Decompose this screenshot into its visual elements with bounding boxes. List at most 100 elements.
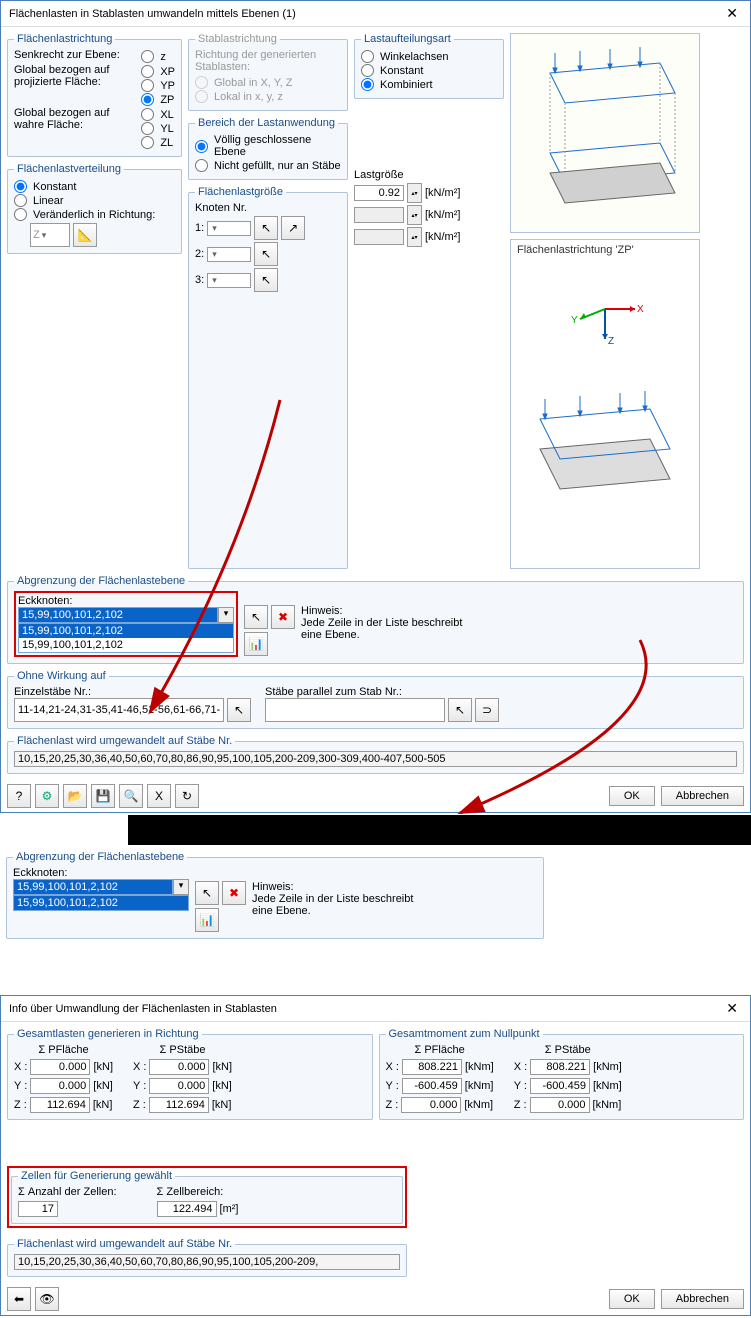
excel-icon[interactable]: 📊 bbox=[195, 908, 219, 932]
dialog-title: Flächenlasten in Stablasten umwandeln mi… bbox=[9, 8, 296, 20]
eye-icon[interactable]: 👁 bbox=[35, 1287, 59, 1311]
group-flachenlastrichtung: Flächenlastrichtung Senkrecht zur Ebene:… bbox=[7, 33, 182, 157]
dialog-info-umwandlung: Info über Umwandlung der Flächenlasten i… bbox=[0, 995, 751, 1316]
dropdown-item[interactable]: 15,99,100,101,2,102 bbox=[14, 896, 188, 910]
radio-linear[interactable]: Linear bbox=[14, 194, 175, 207]
legend: Flächenlastgröße bbox=[195, 186, 286, 198]
open-icon[interactable]: 📂 bbox=[63, 784, 87, 808]
ok-button[interactable]: OK bbox=[609, 1289, 655, 1309]
label: Hinweis: bbox=[252, 881, 432, 893]
pick-icon[interactable]: ↗ bbox=[281, 216, 305, 240]
header: Σ PStäbe bbox=[133, 1044, 232, 1056]
cancel-button[interactable]: Abbrechen bbox=[661, 786, 744, 806]
eckknoten-combo-2[interactable]: 15,99,100,101,2,102 bbox=[14, 880, 172, 894]
radio-konstant[interactable]: Konstant bbox=[14, 180, 175, 193]
pick-icon[interactable]: ↖ bbox=[254, 242, 278, 266]
pick-icon[interactable]: ↖ bbox=[448, 698, 472, 722]
save-icon[interactable]: 💾 bbox=[91, 784, 115, 808]
radio-global: Global in X, Y, Z bbox=[195, 76, 341, 89]
radio-zp[interactable]: ZP bbox=[141, 93, 175, 106]
eckknoten-combo[interactable]: 15,99,100,101,2,102 bbox=[19, 608, 217, 622]
svg-text:X: X bbox=[637, 304, 644, 315]
group-bereich: Bereich der Lastanwendung Völlig geschlo… bbox=[188, 117, 348, 180]
radio-konstant2[interactable]: Konstant bbox=[361, 64, 497, 77]
radio-nicht-gefuellt[interactable]: Nicht gefüllt, nur an Stäbe bbox=[195, 159, 341, 172]
value: 112.694 bbox=[149, 1097, 209, 1113]
preview-3d bbox=[510, 33, 700, 233]
group-flachenlastgroesse: Flächenlastgröße Knoten Nr. 1:↖↗ 2:↖ 3:↖ bbox=[188, 186, 348, 569]
help-icon[interactable]: ? bbox=[7, 784, 31, 808]
group-lastaufteilungsart: Lastaufteilungsart Winkelachsen Konstant… bbox=[354, 33, 504, 99]
radio-z[interactable]: z bbox=[141, 50, 175, 63]
pick-icon[interactable]: 📐 bbox=[73, 223, 97, 247]
radio-zl[interactable]: ZL bbox=[141, 136, 175, 149]
legend: Zellen für Generierung gewählt bbox=[18, 1170, 175, 1182]
radio-kombiniert[interactable]: Kombiniert bbox=[361, 78, 497, 91]
value: 0.000 bbox=[30, 1059, 90, 1075]
value: 808.221 bbox=[530, 1059, 590, 1075]
pick-icon[interactable]: ↖ bbox=[254, 216, 278, 240]
parallel-input[interactable] bbox=[265, 698, 445, 722]
cancel-button[interactable]: Abbrechen bbox=[661, 1289, 744, 1309]
close-icon[interactable]: ✕ bbox=[722, 1000, 742, 1017]
label: Global bezogen auf projizierte Fläche: bbox=[14, 64, 135, 88]
pick-icon[interactable]: ↖ bbox=[254, 268, 278, 292]
node-combo-2[interactable] bbox=[207, 247, 251, 262]
desc: Richtung der generierten Stablasten: bbox=[195, 49, 341, 73]
node-combo-1[interactable] bbox=[207, 221, 251, 236]
pick-icon[interactable]: ↖ bbox=[227, 698, 251, 722]
einzelstaebe-input[interactable] bbox=[14, 698, 224, 722]
export-icon[interactable]: X bbox=[147, 784, 171, 808]
preview-icon[interactable]: 🔍 bbox=[119, 784, 143, 808]
radio-xl[interactable]: XL bbox=[141, 108, 175, 121]
radio-winkelachsen[interactable]: Winkelachsen bbox=[361, 50, 497, 63]
direction-combo[interactable]: Z bbox=[30, 223, 70, 247]
pick-icon[interactable]: ↖ bbox=[244, 605, 268, 629]
dialog-convert-area-loads: Flächenlasten in Stablasten umwandeln mi… bbox=[0, 0, 751, 813]
group-zellen: Zellen für Generierung gewählt Σ Anzahl … bbox=[11, 1170, 403, 1224]
chevron-down-icon[interactable]: ▾ bbox=[173, 879, 189, 895]
dropdown-item[interactable]: 15,99,100,101,2,102 bbox=[19, 624, 233, 638]
back-icon[interactable]: ⬅ bbox=[7, 1287, 31, 1311]
label: Hinweis: bbox=[301, 605, 481, 617]
titlebar: Flächenlasten in Stablasten umwandeln mi… bbox=[1, 1, 750, 27]
radio-yl[interactable]: YL bbox=[141, 122, 175, 135]
hint-text: Jede Zeile in der Liste beschreibt eine … bbox=[252, 893, 432, 917]
legend: Bereich der Lastanwendung bbox=[195, 117, 338, 129]
pick-icon[interactable]: ↖ bbox=[195, 881, 219, 905]
dropdown-item[interactable]: 15,99,100,101,2,102 bbox=[19, 638, 233, 652]
settings-icon[interactable]: ⚙ bbox=[35, 784, 59, 808]
ok-button[interactable]: OK bbox=[609, 786, 655, 806]
load-value-1[interactable] bbox=[354, 185, 404, 201]
radio-voellig[interactable]: Völlig geschlossene Ebene bbox=[195, 134, 341, 158]
refresh-icon[interactable]: ↻ bbox=[175, 784, 199, 808]
staebe-output bbox=[14, 751, 737, 767]
value: 0.000 bbox=[149, 1078, 209, 1094]
value: 0.000 bbox=[401, 1097, 461, 1113]
header: Σ PFläche bbox=[14, 1044, 113, 1056]
value: 0.000 bbox=[149, 1059, 209, 1075]
header: Σ PStäbe bbox=[514, 1044, 622, 1056]
group-abgrenzung-snippet: Abgrenzung der Flächenlastebene Eckknote… bbox=[6, 851, 544, 939]
label: Global bezogen auf wahre Fläche: bbox=[14, 107, 135, 131]
chevron-down-icon[interactable]: ▾ bbox=[218, 607, 234, 623]
spinner-icon[interactable]: ▴▾ bbox=[407, 183, 422, 203]
legend: Stablastrichtung bbox=[195, 33, 280, 45]
legend: Lastaufteilungsart bbox=[361, 33, 454, 45]
radio-xp[interactable]: XP bbox=[141, 65, 175, 78]
delete-icon[interactable]: ✖ bbox=[222, 881, 246, 905]
load-value-3 bbox=[354, 229, 404, 245]
radio-veraenderlich[interactable]: Veränderlich in Richtung: bbox=[14, 208, 175, 221]
group-gesamtmoment: Gesamtmoment zum Nullpunkt Σ PFläche X :… bbox=[379, 1028, 745, 1120]
hint-text: Jede Zeile in der Liste beschreibt eine … bbox=[301, 617, 481, 641]
node-combo-3[interactable] bbox=[207, 273, 251, 288]
excel-icon[interactable]: 📊 bbox=[244, 632, 268, 656]
select-icon[interactable]: ⊃ bbox=[475, 698, 499, 722]
delete-icon[interactable]: ✖ bbox=[271, 605, 295, 629]
radio-yp[interactable]: YP bbox=[141, 79, 175, 92]
titlebar: Info über Umwandlung der Flächenlasten i… bbox=[1, 996, 750, 1022]
radio-lokal: Lokal in x, y, z bbox=[195, 90, 341, 103]
close-icon[interactable]: ✕ bbox=[722, 5, 742, 22]
legend: Flächenlastrichtung bbox=[14, 33, 115, 45]
label: Σ Anzahl der Zellen: bbox=[18, 1186, 117, 1198]
